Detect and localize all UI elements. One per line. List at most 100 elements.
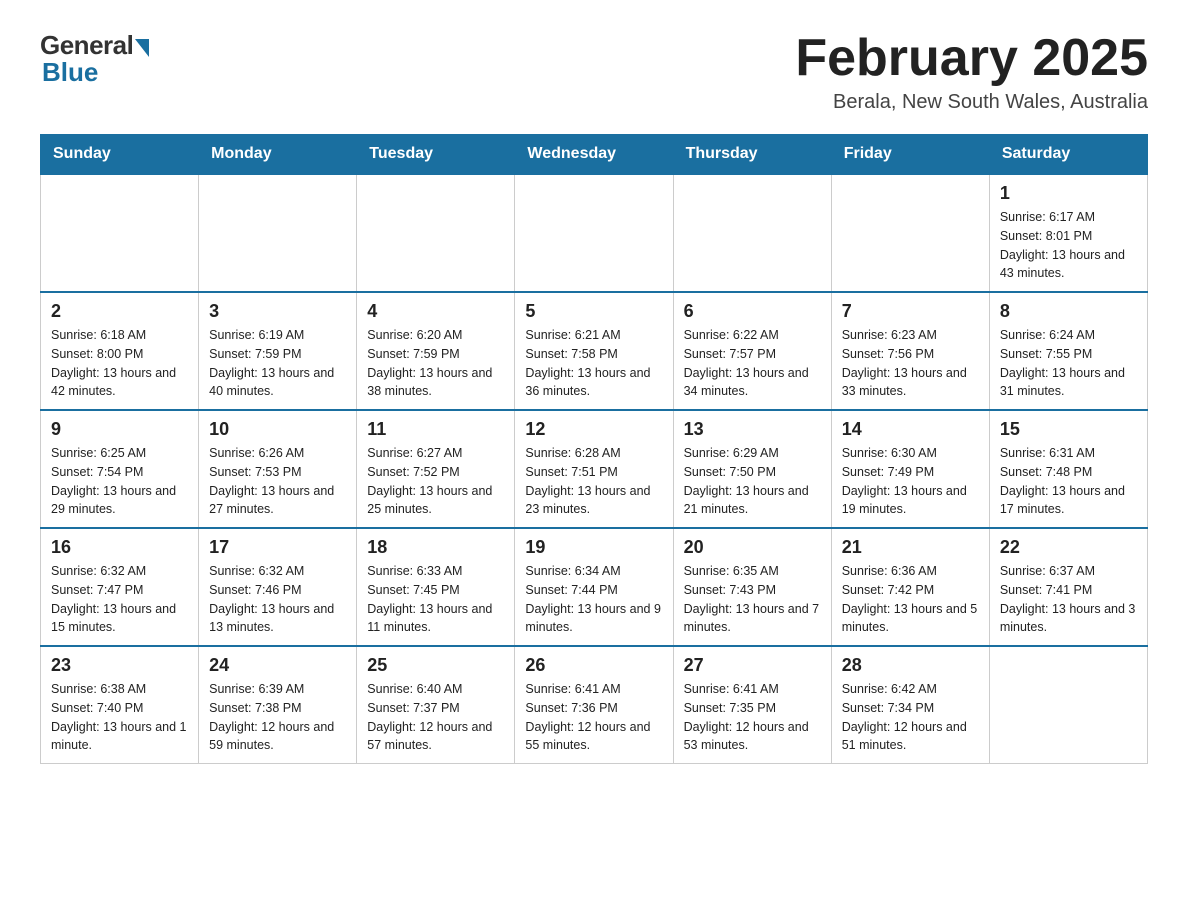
calendar-cell	[41, 174, 199, 292]
calendar-cell: 14 Sunrise: 6:30 AM Sunset: 7:49 PM Dayli…	[831, 410, 989, 528]
day-info: Sunrise: 6:42 AM Sunset: 7:34 PM Dayligh…	[842, 680, 979, 755]
day-number: 26	[525, 655, 662, 676]
calendar-cell	[831, 174, 989, 292]
day-number: 18	[367, 537, 504, 558]
calendar-cell: 26 Sunrise: 6:41 AM Sunset: 7:36 PM Dayli…	[515, 646, 673, 764]
calendar-cell: 6 Sunrise: 6:22 AM Sunset: 7:57 PM Daylig…	[673, 292, 831, 410]
day-info: Sunrise: 6:27 AM Sunset: 7:52 PM Dayligh…	[367, 444, 504, 519]
calendar-week-row: 1 Sunrise: 6:17 AM Sunset: 8:01 PM Daylig…	[41, 174, 1148, 292]
day-number: 4	[367, 301, 504, 322]
day-info: Sunrise: 6:36 AM Sunset: 7:42 PM Dayligh…	[842, 562, 979, 637]
day-info: Sunrise: 6:20 AM Sunset: 7:59 PM Dayligh…	[367, 326, 504, 401]
calendar-header-tuesday: Tuesday	[357, 135, 515, 175]
day-info: Sunrise: 6:28 AM Sunset: 7:51 PM Dayligh…	[525, 444, 662, 519]
logo-arrow-icon	[135, 39, 149, 57]
calendar-cell: 11Sunrise: 6:27 AM Sunset: 7:52 PM Dayli…	[357, 410, 515, 528]
calendar-cell: 22Sunrise: 6:37 AM Sunset: 7:41 PM Dayli…	[989, 528, 1147, 646]
day-number: 9	[51, 419, 188, 440]
day-info: Sunrise: 6:34 AM Sunset: 7:44 PM Dayligh…	[525, 562, 662, 637]
calendar-cell: 25 Sunrise: 6:40 AM Sunset: 7:37 PM Dayli…	[357, 646, 515, 764]
calendar-cell: 27Sunrise: 6:41 AM Sunset: 7:35 PM Dayli…	[673, 646, 831, 764]
day-info: Sunrise: 6:22 AM Sunset: 7:57 PM Dayligh…	[684, 326, 821, 401]
day-number: 20	[684, 537, 821, 558]
day-number: 15	[1000, 419, 1137, 440]
day-info: Sunrise: 6:17 AM Sunset: 8:01 PM Dayligh…	[1000, 208, 1137, 283]
calendar-cell: 17 Sunrise: 6:32 AM Sunset: 7:46 PM Dayli…	[199, 528, 357, 646]
calendar-cell: 20 Sunrise: 6:35 AM Sunset: 7:43 PM Dayli…	[673, 528, 831, 646]
day-info: Sunrise: 6:24 AM Sunset: 7:55 PM Dayligh…	[1000, 326, 1137, 401]
day-number: 6	[684, 301, 821, 322]
calendar-table: SundayMondayTuesdayWednesdayThursdayFrid…	[40, 134, 1148, 764]
calendar-cell: 4 Sunrise: 6:20 AM Sunset: 7:59 PM Daylig…	[357, 292, 515, 410]
calendar-cell: 23 Sunrise: 6:38 AM Sunset: 7:40 PM Dayli…	[41, 646, 199, 764]
calendar-header-row: SundayMondayTuesdayWednesdayThursdayFrid…	[41, 135, 1148, 175]
day-number: 3	[209, 301, 346, 322]
calendar-cell: 3Sunrise: 6:19 AM Sunset: 7:59 PM Daylig…	[199, 292, 357, 410]
calendar-cell: 13 Sunrise: 6:29 AM Sunset: 7:50 PM Dayli…	[673, 410, 831, 528]
day-info: Sunrise: 6:25 AM Sunset: 7:54 PM Dayligh…	[51, 444, 188, 519]
day-number: 14	[842, 419, 979, 440]
day-info: Sunrise: 6:38 AM Sunset: 7:40 PM Dayligh…	[51, 680, 188, 755]
day-number: 10	[209, 419, 346, 440]
day-number: 27	[684, 655, 821, 676]
calendar-cell: 19 Sunrise: 6:34 AM Sunset: 7:44 PM Dayli…	[515, 528, 673, 646]
calendar-header-monday: Monday	[199, 135, 357, 175]
calendar-cell	[199, 174, 357, 292]
logo-blue-text: Blue	[42, 57, 98, 88]
title-section: February 2025 Berala, New South Wales, A…	[795, 30, 1148, 114]
calendar-header-thursday: Thursday	[673, 135, 831, 175]
day-info: Sunrise: 6:31 AM Sunset: 7:48 PM Dayligh…	[1000, 444, 1137, 519]
day-info: Sunrise: 6:40 AM Sunset: 7:37 PM Dayligh…	[367, 680, 504, 755]
logo: General Blue	[40, 30, 149, 88]
day-number: 25	[367, 655, 504, 676]
day-number: 16	[51, 537, 188, 558]
day-number: 17	[209, 537, 346, 558]
calendar-cell: 18 Sunrise: 6:33 AM Sunset: 7:45 PM Dayli…	[357, 528, 515, 646]
page-header: General Blue February 2025 Berala, New S…	[40, 30, 1148, 114]
calendar-cell: 24 Sunrise: 6:39 AM Sunset: 7:38 PM Dayli…	[199, 646, 357, 764]
calendar-cell: 7 Sunrise: 6:23 AM Sunset: 7:56 PM Daylig…	[831, 292, 989, 410]
calendar-week-row: 23 Sunrise: 6:38 AM Sunset: 7:40 PM Dayli…	[41, 646, 1148, 764]
day-number: 12	[525, 419, 662, 440]
day-info: Sunrise: 6:23 AM Sunset: 7:56 PM Dayligh…	[842, 326, 979, 401]
month-title: February 2025	[795, 30, 1148, 87]
day-info: Sunrise: 6:37 AM Sunset: 7:41 PM Dayligh…	[1000, 562, 1137, 637]
day-number: 1	[1000, 183, 1137, 204]
calendar-cell: 10 Sunrise: 6:26 AM Sunset: 7:53 PM Dayli…	[199, 410, 357, 528]
calendar-cell: 28Sunrise: 6:42 AM Sunset: 7:34 PM Dayli…	[831, 646, 989, 764]
calendar-header-saturday: Saturday	[989, 135, 1147, 175]
calendar-cell: 2 Sunrise: 6:18 AM Sunset: 8:00 PM Daylig…	[41, 292, 199, 410]
day-info: Sunrise: 6:32 AM Sunset: 7:47 PM Dayligh…	[51, 562, 188, 637]
day-number: 8	[1000, 301, 1137, 322]
calendar-week-row: 2 Sunrise: 6:18 AM Sunset: 8:00 PM Daylig…	[41, 292, 1148, 410]
calendar-cell: 9 Sunrise: 6:25 AM Sunset: 7:54 PM Daylig…	[41, 410, 199, 528]
calendar-cell	[673, 174, 831, 292]
day-info: Sunrise: 6:41 AM Sunset: 7:36 PM Dayligh…	[525, 680, 662, 755]
day-info: Sunrise: 6:39 AM Sunset: 7:38 PM Dayligh…	[209, 680, 346, 755]
calendar-cell: 21Sunrise: 6:36 AM Sunset: 7:42 PM Dayli…	[831, 528, 989, 646]
day-number: 13	[684, 419, 821, 440]
day-info: Sunrise: 6:30 AM Sunset: 7:49 PM Dayligh…	[842, 444, 979, 519]
day-info: Sunrise: 6:32 AM Sunset: 7:46 PM Dayligh…	[209, 562, 346, 637]
calendar-cell: 8 Sunrise: 6:24 AM Sunset: 7:55 PM Daylig…	[989, 292, 1147, 410]
calendar-cell: 15 Sunrise: 6:31 AM Sunset: 7:48 PM Dayli…	[989, 410, 1147, 528]
calendar-header-wednesday: Wednesday	[515, 135, 673, 175]
day-number: 23	[51, 655, 188, 676]
calendar-week-row: 16 Sunrise: 6:32 AM Sunset: 7:47 PM Dayli…	[41, 528, 1148, 646]
calendar-header-friday: Friday	[831, 135, 989, 175]
day-number: 24	[209, 655, 346, 676]
day-info: Sunrise: 6:29 AM Sunset: 7:50 PM Dayligh…	[684, 444, 821, 519]
calendar-cell: 16 Sunrise: 6:32 AM Sunset: 7:47 PM Dayli…	[41, 528, 199, 646]
day-number: 2	[51, 301, 188, 322]
day-number: 5	[525, 301, 662, 322]
day-info: Sunrise: 6:26 AM Sunset: 7:53 PM Dayligh…	[209, 444, 346, 519]
day-info: Sunrise: 6:18 AM Sunset: 8:00 PM Dayligh…	[51, 326, 188, 401]
day-number: 7	[842, 301, 979, 322]
day-number: 19	[525, 537, 662, 558]
day-info: Sunrise: 6:35 AM Sunset: 7:43 PM Dayligh…	[684, 562, 821, 637]
calendar-cell	[989, 646, 1147, 764]
calendar-cell: 5 Sunrise: 6:21 AM Sunset: 7:58 PM Daylig…	[515, 292, 673, 410]
day-info: Sunrise: 6:21 AM Sunset: 7:58 PM Dayligh…	[525, 326, 662, 401]
day-info: Sunrise: 6:33 AM Sunset: 7:45 PM Dayligh…	[367, 562, 504, 637]
calendar-cell: 1 Sunrise: 6:17 AM Sunset: 8:01 PM Daylig…	[989, 174, 1147, 292]
